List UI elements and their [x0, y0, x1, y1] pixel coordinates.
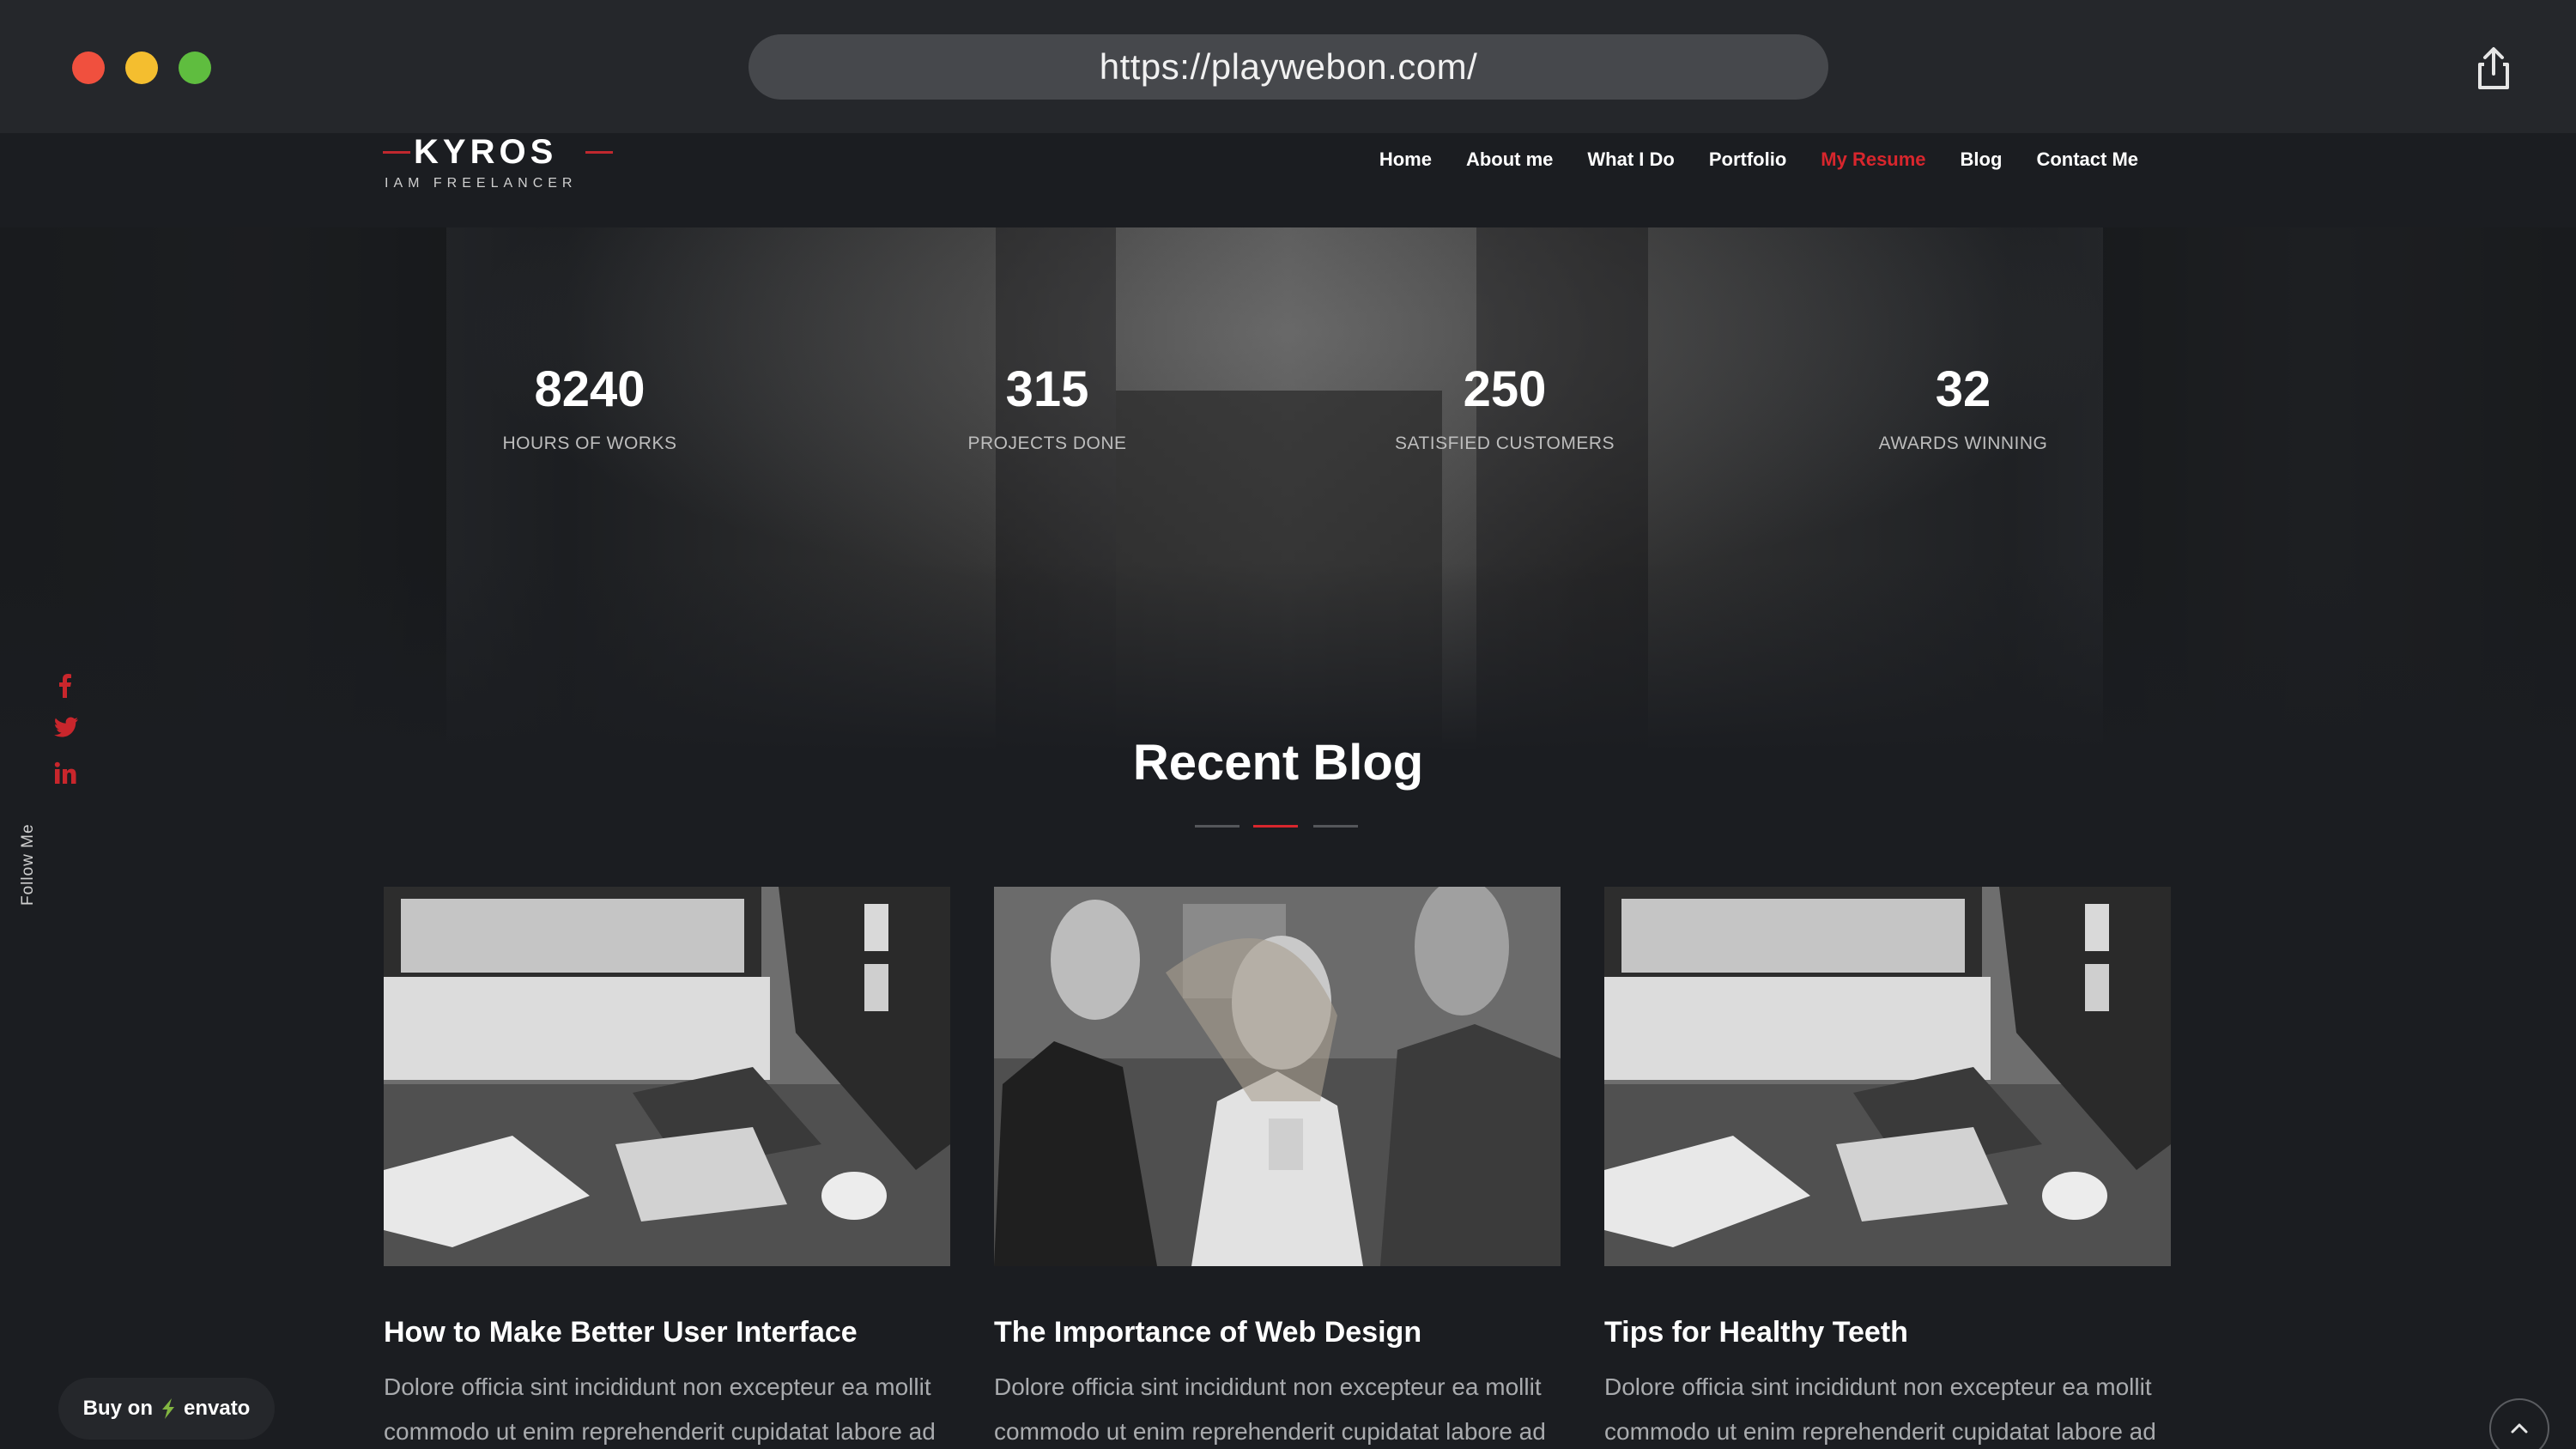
counter-value: 32: [1935, 361, 1991, 417]
recent-blog-heading: Recent Blog: [1132, 735, 1424, 791]
close-window-button[interactable]: [72, 52, 105, 84]
nav-item-what-i-do[interactable]: What I Do: [1587, 149, 1674, 171]
logo-line-right: [585, 151, 613, 154]
blog-card-title[interactable]: The Importance of Web Design: [994, 1316, 1561, 1349]
chevron-up-icon: [2511, 1423, 2528, 1434]
desk-computer-photo: [384, 887, 950, 1266]
blog-card-excerpt: Dolore officia sint incididunt non excep…: [384, 1373, 936, 1445]
envato-leaf-icon: [161, 1398, 174, 1419]
blog-card-image[interactable]: [1604, 887, 2171, 1266]
share-icon[interactable]: [2468, 43, 2519, 94]
blog-card-image[interactable]: [384, 887, 950, 1266]
scroll-to-top-button[interactable]: [2489, 1398, 2549, 1449]
counters-hero: [0, 227, 2576, 751]
blog-card-title[interactable]: Tips for Healthy Teeth: [1604, 1316, 2171, 1349]
blog-card[interactable]: Tips for Healthy Teeth Dolore officia si…: [1604, 887, 2171, 1449]
nav-item-contact[interactable]: Contact Me: [2036, 149, 2138, 171]
logo-line-left: [383, 151, 410, 154]
browser-window: https://playwebon.com/ KYROS IAM FREELAN…: [0, 0, 2576, 1449]
counter-label: AWARDS WINNING: [1878, 433, 2048, 453]
heading-divider-right: [1313, 825, 1358, 828]
heading-divider-center: [1253, 825, 1298, 828]
blog-card[interactable]: The Importance of Web Design Dolore offi…: [994, 887, 1561, 1449]
maximize-window-button[interactable]: [179, 52, 211, 84]
counter-label: HOURS OF WORKS: [502, 433, 677, 453]
logo-name: KYROS: [414, 133, 558, 171]
people-talking-photo: [994, 887, 1561, 1266]
counter-customers: 250 SATISFIED CUSTOMERS: [1333, 361, 1676, 454]
browser-toolbar: https://playwebon.com/: [0, 0, 2576, 133]
counter-awards: 32 AWARDS WINNING: [1791, 361, 2135, 454]
counter-hours: 8240 HOURS OF WORKS: [418, 361, 761, 454]
nav-item-my-resume[interactable]: My Resume: [1821, 149, 1925, 171]
desk-computer-photo: [1604, 887, 2171, 1266]
envato-prefix: Buy on: [82, 1397, 153, 1420]
buy-on-envato-button[interactable]: Buy on envato: [58, 1378, 275, 1440]
blog-card-image[interactable]: [994, 887, 1561, 1266]
counter-label: PROJECTS DONE: [967, 433, 1127, 453]
address-bar[interactable]: https://playwebon.com/: [749, 34, 1828, 100]
website-viewport: KYROS IAM FREELANCER Home About me What …: [0, 133, 2576, 1449]
main-nav: Home About me What I Do Portfolio My Res…: [1379, 149, 2138, 171]
follow-me-label: Follow Me: [19, 823, 37, 906]
nav-item-about[interactable]: About me: [1466, 149, 1553, 171]
envato-brand: envato: [183, 1397, 251, 1420]
counter-value: 250: [1463, 361, 1547, 417]
nav-item-home[interactable]: Home: [1379, 149, 1432, 171]
counter-projects: 315 PROJECTS DONE: [876, 361, 1219, 454]
blog-card-excerpt: Dolore officia sint incididunt non excep…: [1604, 1373, 2156, 1445]
blog-card[interactable]: How to Make Better User Interface Dolore…: [384, 887, 950, 1449]
blog-card-excerpt: Dolore officia sint incididunt non excep…: [994, 1373, 1546, 1445]
nav-item-portfolio[interactable]: Portfolio: [1709, 149, 1786, 171]
counter-label: SATISFIED CUSTOMERS: [1394, 433, 1615, 453]
logo-tagline: IAM FREELANCER: [385, 176, 578, 191]
counter-value: 315: [1005, 361, 1089, 417]
hero-fade: [0, 562, 2576, 751]
counter-value: 8240: [534, 361, 646, 417]
minimize-window-button[interactable]: [125, 52, 158, 84]
url-text: https://playwebon.com/: [1099, 46, 1478, 87]
nav-item-blog[interactable]: Blog: [1961, 149, 2003, 171]
blog-card-title[interactable]: How to Make Better User Interface: [384, 1316, 950, 1349]
heading-divider-left: [1195, 825, 1240, 828]
site-logo[interactable]: KYROS IAM FREELANCER: [383, 133, 613, 210]
facebook-icon[interactable]: [53, 672, 77, 698]
